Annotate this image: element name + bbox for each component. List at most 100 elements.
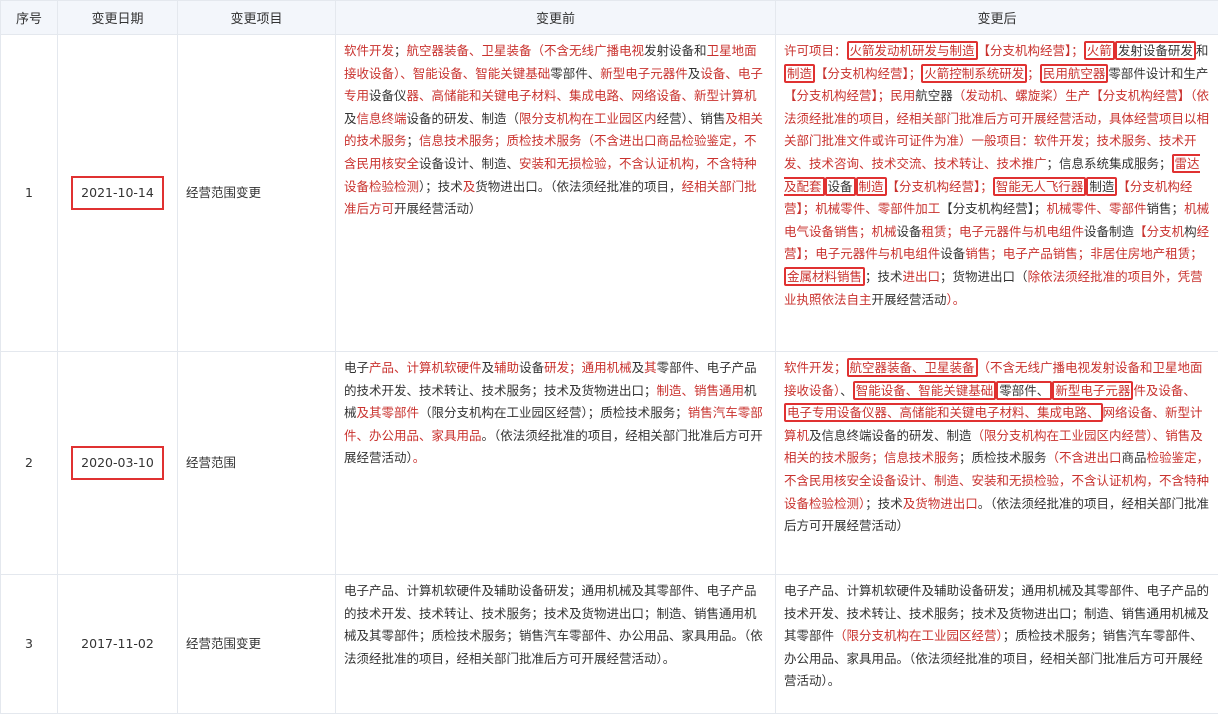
text-segment: 及 (632, 360, 645, 375)
highlighted-segment: 制造 (784, 64, 815, 83)
table-row: 1 2021-10-14 经营范围变更 软件开发；航空器装备、卫星装备（不含无线… (1, 35, 1218, 352)
text-segment: 限分支机构在工业园区内 (519, 111, 657, 126)
text-segment: 设备 (940, 246, 965, 261)
text-segment: 【分支机构经营】； (887, 179, 993, 194)
highlighted-segment: 火箭 (1084, 41, 1115, 60)
text-segment: （发动机、螺旋桨）生产【分支机构经营】 (953, 88, 1191, 103)
text-segment: 。 (413, 450, 426, 465)
text-segment: 和 (1196, 43, 1209, 58)
text-segment: 航空器装备、卫星装备（不含无线广播电视 (407, 43, 645, 58)
row-after: 许可项目：火箭发动机研发与制造【分支机构经营】；火箭发射设备研发和制造【分支机构… (776, 35, 1218, 352)
highlighted-segment: 电子专用设备仪器、高储能和关键电子材料、集成电路、 (784, 403, 1103, 422)
header-item: 变更项目 (178, 1, 336, 35)
text-segment: 电子产品、计算机软硬件及辅助设备研发；通用机械及其零部件、电子产品的技术开发、技… (344, 583, 763, 666)
text-segment: 销售； (1147, 201, 1185, 216)
text-segment: 【分支机 (1134, 224, 1184, 239)
row-before: 电子产品、计算机软硬件及辅助设备研发；通用机械及其零部件、电子产品的技术开发、技… (336, 575, 776, 714)
row-date: 2017-11-02 (81, 636, 154, 651)
text-segment: 租赁；电子元器件与机电组件 (922, 224, 1085, 239)
text-segment: 设备设计、制造、 (419, 156, 519, 171)
highlighted-segment: 金属材料销售 (784, 267, 865, 286)
text-segment: 许可项目： (784, 43, 847, 58)
header-index: 序号 (1, 1, 58, 35)
text-segment: 货物进出口。（依法须经批准的项目， (475, 179, 681, 194)
row-before: 软件开发；航空器装备、卫星装备（不含无线广播电视发射设备和卫星地面接收设备）、智… (336, 35, 776, 352)
highlighted-segment: 制造 (856, 177, 887, 196)
text-segment: 软件开发； (784, 360, 847, 375)
text-segment: ； (1027, 66, 1040, 81)
row-after: 软件开发；航空器装备、卫星装备（不含无线广播电视发射设备和卫星地面接收设备）、智… (776, 352, 1218, 575)
highlighted-segment: 制造 (1086, 177, 1117, 196)
text-segment: 制造、销售通用 (657, 383, 745, 398)
highlighted-segment: 智能设备、智能关键基础 (853, 381, 997, 400)
text-segment: 及信息终端设备的研发、制造 (809, 428, 972, 443)
text-segment: 设备 (519, 360, 544, 375)
highlighted-segment: 新型电子元器 (1052, 381, 1133, 400)
row-index: 1 (1, 35, 58, 352)
text-segment: ；货物进出口（ (940, 269, 1028, 284)
row-index: 3 (1, 575, 58, 714)
text-segment: 研发；通用机械 (544, 360, 632, 375)
text-segment: 及 (344, 111, 357, 126)
text-segment: （限分支机构在工业园区经营） (834, 628, 1003, 643)
row-date: 2020-03-10 (71, 446, 164, 480)
row-item: 经营范围变更 (178, 575, 336, 714)
highlighted-segment: 火箭控制系统研发 (921, 64, 1027, 83)
text-segment: 零部件、 (550, 66, 600, 81)
highlighted-segment: 发射设备研发 (1115, 41, 1196, 60)
text-segment: ； (407, 133, 420, 148)
text-segment: 电子 (344, 360, 369, 375)
text-segment: 【分支机构经营】； (978, 43, 1084, 58)
text-segment: 件及设备、 (1133, 383, 1196, 398)
row-date-cell: 2017-11-02 (58, 575, 178, 714)
text-segment: 其 (644, 360, 657, 375)
header-after: 变更后 (776, 1, 1218, 35)
text-segment: （不含进出口 (1047, 450, 1122, 465)
text-segment: 软件开发 (344, 43, 394, 58)
text-segment: 设备的研发、制造（ (407, 111, 520, 126)
text-segment: 信息终端 (357, 111, 407, 126)
text-segment: ；技术 (865, 496, 903, 511)
text-segment: 设备制造 (1084, 224, 1134, 239)
text-segment: ； (394, 43, 407, 58)
text-segment: 及 (463, 179, 476, 194)
row-date: 2021-10-14 (71, 176, 164, 210)
text-segment: 【分支机构经营】； (940, 201, 1046, 216)
text-segment: 销售；电子产品销售；非居住房地产租赁； (965, 246, 1203, 261)
row-index: 2 (1, 352, 58, 575)
text-segment: 开展经营活动） (394, 201, 482, 216)
highlighted-segment: 零部件、 (996, 381, 1052, 400)
text-segment: 设备仪 (369, 88, 407, 103)
change-record-table: 序号 变更日期 变更项目 变更前 变更后 1 2021-10-14 经营范围变更… (0, 0, 1218, 714)
text-segment: 新型电子元器件 (600, 66, 688, 81)
text-segment: 、 (840, 383, 853, 398)
text-segment: 航空器 (915, 88, 953, 103)
text-segment: 商品 (1122, 450, 1147, 465)
text-segment: 设备 (897, 224, 922, 239)
text-segment: 经营）、销售 (657, 111, 726, 126)
table-header-row: 序号 变更日期 变更项目 变更前 变更后 (1, 1, 1218, 35)
row-date-cell: 2020-03-10 (58, 352, 178, 575)
text-segment: 及其零部件 (357, 405, 420, 420)
table-row: 3 2017-11-02 经营范围变更 电子产品、计算机软硬件及辅助设备研发；通… (1, 575, 1218, 714)
highlighted-segment: 航空器装备、卫星装备 (847, 358, 978, 377)
text-segment: ）；技术 (419, 179, 463, 194)
text-segment: 产品、计算机软硬件 (369, 360, 482, 375)
text-segment: ；质检技术服务 (959, 450, 1047, 465)
row-item: 经营范围变更 (178, 35, 336, 352)
text-segment: （限分支机构在工业园区经营）；质检技术服务； (419, 405, 688, 420)
text-segment: 开展经营活动 (872, 292, 947, 307)
header-before: 变更前 (336, 1, 776, 35)
text-segment: 【分支机构经营】； (815, 66, 921, 81)
highlighted-segment: 民用航空器 (1040, 64, 1109, 83)
text-segment: 【分支机构经营】；民用 (784, 88, 915, 103)
text-segment: 机械零件、零部件 (1047, 201, 1147, 216)
text-segment: ；信息系统集成服务； (1047, 156, 1172, 171)
text-segment: 及货物进出口 (903, 496, 978, 511)
text-segment: （限分支机构在工业园区 (972, 428, 1110, 443)
row-before: 电子产品、计算机软硬件及辅助设备研发；通用机械及其零部件、电子产品的技术开发、技… (336, 352, 776, 575)
text-segment: ）。 (947, 292, 966, 307)
highlighted-segment: 设备 (825, 177, 856, 196)
highlighted-segment: 智能无人飞行器 (993, 177, 1087, 196)
header-date: 变更日期 (58, 1, 178, 35)
